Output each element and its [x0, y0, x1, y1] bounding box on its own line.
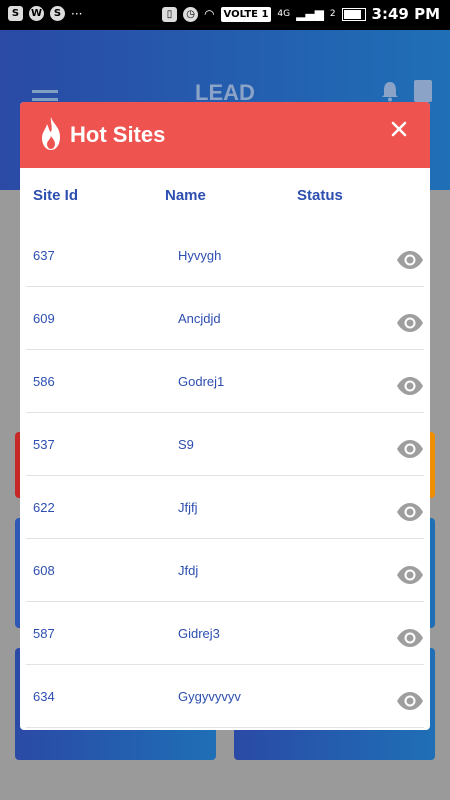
battery-icon [341, 7, 366, 21]
site-name-cell: S9 [178, 437, 194, 452]
close-icon[interactable] [388, 118, 410, 140]
column-header-status: Status [297, 187, 343, 204]
table-row[interactable]: 609 Ancjdjd [26, 287, 424, 350]
wifi-icon: ◠ [204, 7, 215, 21]
skype-icon: S [50, 6, 65, 21]
vibrate-icon: ▯ [162, 6, 178, 22]
eye-icon[interactable] [396, 565, 424, 585]
site-name-cell: Gidrej3 [178, 626, 220, 641]
system-icons: ▯ ◷ ◠ VOLTE 1 4G ▂▄▆ 2 3:49 PM [162, 5, 440, 23]
table-row[interactable]: 537 S9 [26, 413, 424, 476]
site-name-cell: Ancjdjd [178, 311, 221, 326]
hot-sites-list: 637 Hyvygh 609 Ancjdjd 586 Godrej1 537 S… [20, 224, 430, 728]
signal-label-2: 2 [329, 9, 336, 19]
alarm-icon: ◷ [183, 6, 199, 22]
table-row[interactable]: 622 Jfjfj [26, 476, 424, 539]
eye-icon[interactable] [396, 691, 424, 711]
site-id-cell: 586 [33, 374, 55, 389]
document-icon[interactable] [414, 80, 432, 102]
table-row[interactable]: 634 Gygyvyvyv [26, 665, 424, 728]
flame-icon [42, 117, 60, 150]
table-row[interactable]: 608 Jfdj [26, 539, 424, 602]
site-name-cell: Hyvygh [178, 248, 222, 263]
site-name-cell: Jfdj [178, 563, 199, 578]
site-name-cell: Jfjfj [178, 500, 198, 515]
eye-icon[interactable] [396, 439, 424, 459]
sim-notification-icon: S [8, 6, 23, 21]
site-id-cell: 608 [33, 563, 55, 578]
site-id-cell: 587 [33, 626, 55, 641]
site-name-cell: Godrej1 [178, 374, 225, 389]
column-header-name: Name [165, 187, 206, 204]
table-row[interactable]: 637 Hyvygh [26, 224, 424, 287]
column-header-site-id: Site Id [33, 187, 79, 204]
more-notifications-icon: ··· [71, 6, 83, 21]
site-name-cell: Gygyvyvyv [178, 689, 241, 704]
site-id-cell: 634 [33, 689, 55, 704]
table-row[interactable]: 586 Godrej1 [26, 350, 424, 413]
whatsapp-icon: W [29, 6, 44, 21]
eye-icon[interactable] [396, 502, 424, 522]
eye-icon[interactable] [396, 628, 424, 648]
dialog-title: Hot Sites [70, 122, 166, 147]
clock-time: 3:49 PM [371, 5, 440, 23]
bell-icon[interactable] [380, 80, 400, 102]
site-id-cell: 637 [33, 248, 55, 263]
status-bar: S W S ··· ▯ ◷ ◠ VOLTE 1 4G ▂▄▆ 2 3:49 PM [0, 0, 450, 30]
eye-icon[interactable] [396, 250, 424, 270]
volte-label: VOLTE 1 [220, 6, 272, 22]
site-id-cell: 622 [33, 500, 55, 515]
sim-label: 4G [277, 9, 291, 19]
table-row[interactable]: 587 Gidrej3 [26, 602, 424, 665]
hot-sites-dialog: Hot Sites Site Id Name Status 637 Hyvygh… [20, 102, 430, 730]
notification-icons: S W S ··· [8, 6, 82, 21]
site-id-cell: 609 [33, 311, 55, 326]
site-id-cell: 537 [33, 437, 55, 452]
eye-icon[interactable] [396, 313, 424, 333]
dialog-header: Hot Sites [20, 102, 430, 168]
eye-icon[interactable] [396, 376, 424, 396]
signal-icon: ▂▄▆ [296, 7, 324, 21]
